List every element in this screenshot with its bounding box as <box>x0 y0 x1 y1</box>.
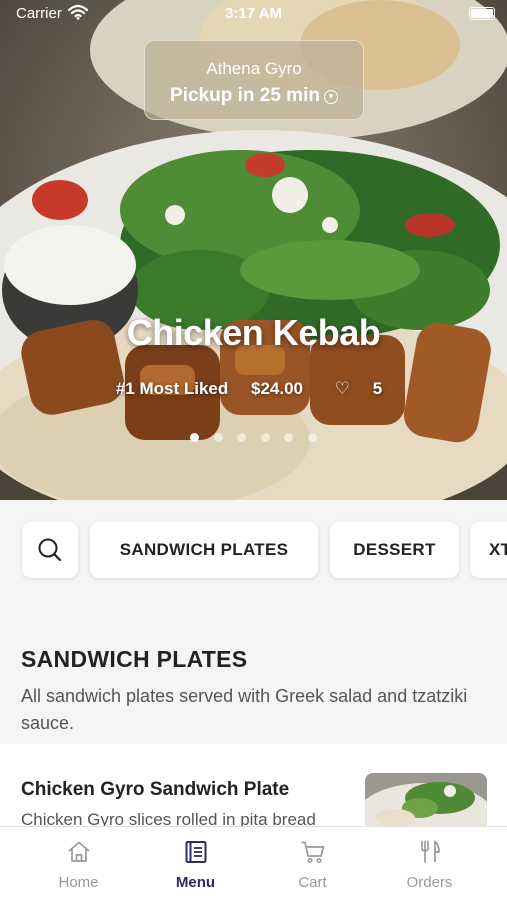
heart-icon: ♡ <box>334 379 350 398</box>
category-dessert[interactable]: DESSERT <box>330 522 459 578</box>
featured-title: Chicken Kebab <box>126 312 381 353</box>
status-time: 3:17 AM <box>225 5 282 22</box>
carousel-dot[interactable] <box>260 433 270 442</box>
battery-icon <box>469 7 495 20</box>
menu-book-icon <box>185 841 207 863</box>
store-selector[interactable]: Athena Gyro Pickup in 25 min ▾ <box>144 40 364 120</box>
menu-item-name: Chicken Gyro Sandwich Plate <box>21 779 290 800</box>
featured-rank: #1 Most Liked <box>115 379 229 398</box>
tab-label: Menu <box>175 874 216 891</box>
featured-price: $24.00 <box>250 379 303 398</box>
category-xt[interactable]: XT <box>470 522 507 578</box>
category-sandwich-plates[interactable]: SANDWICH PLATES <box>90 522 318 578</box>
featured-likes: ♡ 5 <box>334 379 383 398</box>
tab-label: Orders <box>406 874 453 891</box>
section-description: All sandwich plates served with Greek sa… <box>21 686 468 733</box>
search-button[interactable] <box>22 522 78 578</box>
tab-label: Cart <box>298 874 327 891</box>
pickup-time: Pickup in 25 min ▾ <box>145 85 363 107</box>
carousel-dot[interactable] <box>213 433 223 442</box>
search-icon <box>38 538 62 562</box>
carousel-dot[interactable] <box>307 433 317 442</box>
featured-meta: #1 Most Liked $24.00 ♡ 5 <box>0 379 507 399</box>
category-bar: SANDWICH PLATES DESSERT XT <box>0 500 507 600</box>
store-name: Athena Gyro <box>206 59 302 78</box>
chevron-down-circle-icon: ▾ <box>323 90 338 104</box>
tab-home[interactable]: Home <box>20 827 137 900</box>
carousel-dot[interactable] <box>284 433 294 442</box>
carousel-dot[interactable] <box>190 433 200 442</box>
tab-menu[interactable]: Menu <box>137 827 254 900</box>
tab-orders[interactable]: Orders <box>371 827 488 900</box>
carousel-dot[interactable] <box>237 433 247 442</box>
cart-icon <box>301 841 325 864</box>
home-icon <box>68 841 90 862</box>
featured-hero[interactable]: Carrier 3:17 AM Athena Gyro Pickup in 25… <box>0 0 507 500</box>
carousel-dots <box>0 429 507 447</box>
fork-knife-icon <box>421 840 440 863</box>
section-title: SANDWICH PLATES <box>21 646 248 672</box>
tab-bar: Home Menu Cart Orders <box>0 826 507 900</box>
tab-cart[interactable]: Cart <box>254 827 371 900</box>
status-bar: Carrier 3:17 AM <box>0 0 507 30</box>
section-header: SANDWICH PLATES All sandwich plates serv… <box>21 646 491 737</box>
tab-label: Home <box>58 874 99 891</box>
